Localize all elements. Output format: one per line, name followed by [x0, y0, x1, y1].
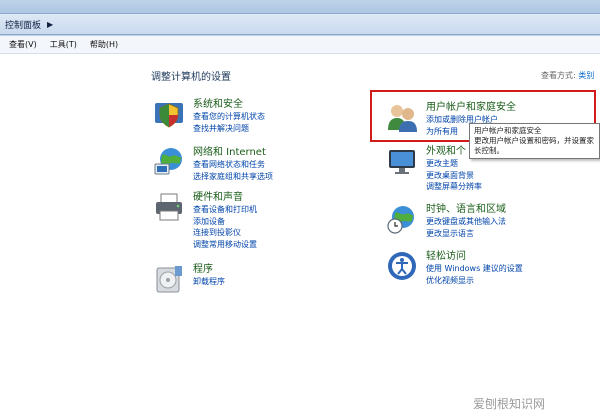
category-title[interactable]: 轻松访问 [426, 250, 523, 263]
programs-icon[interactable] [153, 263, 185, 295]
category-title[interactable]: 系统和安全 [193, 98, 265, 111]
category-link[interactable]: 调整常用移动设置 [193, 239, 257, 251]
address-bar[interactable]: 控制面板 ▶ [0, 13, 600, 35]
globe-clock-icon[interactable] [386, 203, 418, 235]
view-by-dropdown[interactable]: 类别 [578, 71, 594, 80]
category-link[interactable]: 卸载程序 [193, 276, 225, 288]
category-link[interactable]: 优化视频显示 [426, 275, 523, 287]
category-title[interactable]: 时钟、语言和区域 [426, 203, 506, 216]
breadcrumb-control-panel[interactable]: 控制面板 [0, 18, 41, 31]
monitor-icon[interactable] [386, 145, 418, 177]
category-link[interactable]: 更改主题 [426, 158, 482, 170]
menu-view[interactable]: 查看(V) [9, 39, 37, 50]
category-title[interactable]: 网络和 Internet [193, 146, 273, 159]
tooltip-line: 用户帐户和家庭安全 [474, 126, 542, 135]
tooltip: 用户帐户和家庭安全 更改用户帐户设置和密码，并设置家 长控制。 [469, 123, 600, 159]
category-link[interactable]: 查看设备和打印机 [193, 204, 257, 216]
menu-help[interactable]: 帮助(H) [90, 39, 118, 50]
menu-bar: 查看(V) 工具(T) 帮助(H) [0, 36, 600, 54]
ease-of-access-icon[interactable] [386, 250, 418, 282]
category-title[interactable]: 程序 [193, 263, 225, 276]
category-link[interactable]: 调整屏幕分辨率 [426, 181, 482, 193]
menu-tools[interactable]: 工具(T) [50, 39, 77, 50]
category-link[interactable]: 查看您的计算机状态 [193, 111, 265, 123]
category-link[interactable]: 更改键盘或其他输入法 [426, 216, 506, 228]
category-link[interactable]: 更改桌面背景 [426, 170, 482, 182]
category-link[interactable]: 使用 Windows 建议的设置 [426, 263, 523, 275]
category-title[interactable]: 硬件和声音 [193, 191, 257, 204]
category-link[interactable]: 更改显示语言 [426, 228, 506, 240]
view-by: 查看方式: 类别 [541, 70, 594, 81]
tooltip-line: 长控制。 [474, 146, 504, 155]
category-link[interactable]: 连接到投影仪 [193, 227, 257, 239]
printer-icon[interactable] [153, 191, 185, 223]
category-link[interactable]: 添加设备 [193, 216, 257, 228]
watermark: 爱刨根知识网 [473, 397, 546, 411]
category-link[interactable]: 查找并解决问题 [193, 123, 265, 135]
category-link[interactable]: 选择家庭组和共享选项 [193, 171, 273, 183]
shield-icon[interactable] [153, 98, 185, 130]
page-title: 调整计算机的设置 [151, 72, 231, 83]
breadcrumb-arrow-icon[interactable]: ▶ [47, 20, 53, 29]
category-link[interactable]: 查看网络状态和任务 [193, 159, 273, 171]
tooltip-line: 更改用户帐户设置和密码，并设置家 [474, 136, 594, 145]
globe-network-icon[interactable] [153, 146, 185, 178]
view-by-label: 查看方式: [541, 71, 576, 80]
